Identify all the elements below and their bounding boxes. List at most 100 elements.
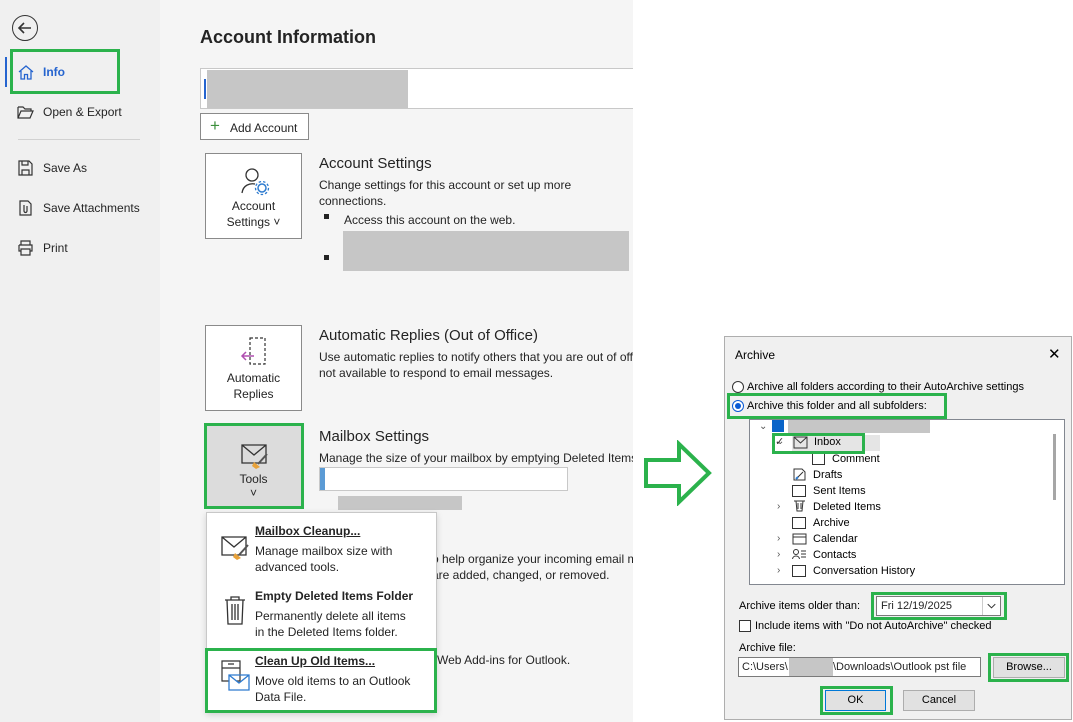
- chevron-right-icon: ›: [777, 533, 781, 544]
- tile-label: Account: [231, 199, 276, 213]
- account-settings-title: Account Settings: [319, 155, 432, 172]
- sidebar-item-label: Save As: [43, 161, 88, 175]
- trash-icon: [225, 596, 245, 625]
- chevron-right-icon: ›: [777, 501, 781, 512]
- menu-item-empty-deleted[interactable]: Empty Deleted Items Folder Permanently d…: [207, 580, 436, 644]
- trash-icon: [794, 500, 805, 512]
- mailbox-usage-bar: [319, 467, 568, 491]
- folder-label: Contacts: [813, 549, 857, 561]
- redacted-username: [789, 658, 833, 676]
- auto-replies-desc: Use automatic replies to notify others t…: [319, 350, 633, 364]
- backstage-sidebar: Info Open & Export Save As Save Attachme…: [0, 0, 160, 722]
- menu-item-desc: advanced tools.: [255, 560, 340, 574]
- exchange-icon: [772, 420, 784, 432]
- rules-desc-partial: o help organize your incoming email m: [432, 552, 633, 566]
- folder-label: Archive: [813, 517, 850, 529]
- highlight-clean-up-old: [205, 648, 437, 713]
- contacts-icon: [792, 549, 806, 560]
- folder-open-icon: [17, 106, 34, 119]
- folder-icon: [792, 485, 806, 497]
- tree-row-calendar[interactable]: › Calendar: [750, 531, 1050, 547]
- tree-row-contacts[interactable]: › Contacts: [750, 547, 1050, 563]
- mailbox-cleanup-icon: [221, 536, 249, 560]
- automatic-replies-button[interactable]: Automatic Replies: [205, 325, 302, 411]
- selection-accent: [204, 79, 206, 99]
- access-web-link[interactable]: Access this account on the web.: [344, 212, 515, 228]
- redacted-usage-text: [338, 496, 462, 510]
- add-account-label: Add Account: [230, 121, 298, 135]
- home-icon: [18, 65, 34, 80]
- folder-label: Drafts: [813, 469, 843, 481]
- add-account-button[interactable]: + Add Account: [200, 113, 309, 140]
- account-selector[interactable]: [200, 68, 633, 109]
- sidebar-item-label: Open & Export: [43, 105, 122, 119]
- folder-icon: [792, 517, 806, 529]
- menu-item-mailbox-cleanup[interactable]: Mailbox Cleanup... Manage mailbox size w…: [207, 515, 436, 579]
- dialog-title: Archive: [735, 348, 776, 362]
- account-settings-desc: Change settings for this account or set …: [319, 178, 572, 192]
- sidebar-divider: [18, 139, 140, 140]
- archive-file-path-end: \Downloads\Outlook pst file: [833, 661, 967, 673]
- tile-label: Automatic: [226, 371, 281, 385]
- sidebar-item-info[interactable]: Info: [0, 54, 160, 90]
- tree-row-sent[interactable]: Sent Items: [750, 483, 1050, 499]
- tree-row-deleted[interactable]: › Deleted Items: [750, 499, 1050, 515]
- highlight-radio-this: [727, 393, 947, 419]
- sidebar-item-label: Save Attachments: [43, 201, 140, 215]
- menu-item-title: Empty Deleted Items Folder: [255, 589, 414, 603]
- chevron-right-icon: ›: [777, 565, 781, 576]
- back-arrow-icon: [17, 22, 31, 34]
- auto-replies-desc: not available to respond to email messag…: [319, 366, 554, 380]
- sidebar-item-save-as[interactable]: Save As: [0, 150, 160, 186]
- tile-label: Replies: [233, 387, 274, 401]
- page-title: Account Information: [200, 27, 376, 47]
- auto-replies-title: Automatic Replies (Out of Office): [319, 327, 538, 344]
- drafts-icon: [793, 468, 806, 481]
- highlight-browse: [988, 653, 1069, 682]
- save-as-icon: [18, 160, 33, 176]
- chevron-right-icon: ›: [777, 549, 781, 560]
- archive-file-input[interactable]: C:\Users\ \Downloads\Outlook pst file: [738, 657, 981, 677]
- mailbox-settings-title: Mailbox Settings: [319, 428, 430, 445]
- menu-item-desc: Manage mailbox size with: [255, 544, 393, 558]
- back-button[interactable]: [12, 15, 38, 41]
- plus-icon: +: [210, 116, 220, 135]
- close-button[interactable]: ✕: [1048, 345, 1061, 363]
- menu-item-title: Mailbox Cleanup...: [255, 524, 361, 538]
- cancel-button[interactable]: Cancel: [903, 690, 975, 711]
- sidebar-item-label: Info: [43, 65, 65, 79]
- bullet: [324, 214, 329, 219]
- account-settings-button[interactable]: Account Settings ˅: [205, 153, 302, 239]
- folder-label: Deleted Items: [813, 501, 881, 513]
- archive-file-label: Archive file:: [739, 642, 796, 654]
- redacted-account-name: [207, 70, 408, 108]
- tree-row-archive[interactable]: Archive: [750, 515, 1050, 531]
- radio-archive-all-label: Archive all folders according to their A…: [747, 381, 1024, 393]
- highlight-ok: [820, 686, 893, 715]
- include-no-autoarchive-checkbox[interactable]: [739, 620, 751, 632]
- automatic-replies-icon: [240, 337, 266, 365]
- sidebar-item-open-export[interactable]: Open & Export: [0, 94, 160, 130]
- radio-archive-all[interactable]: [732, 381, 744, 393]
- account-settings-icon: [241, 168, 270, 196]
- highlight-inbox: [772, 433, 865, 454]
- menu-item-desc: in the Deleted Items folder.: [255, 625, 398, 639]
- folder-icon: [792, 565, 806, 577]
- rules-desc-partial: are added, changed, or removed.: [432, 568, 610, 582]
- include-no-autoarchive-label: Include items with "Do not AutoArchive" …: [755, 620, 992, 632]
- highlight-tools: [204, 423, 304, 509]
- right-arrow-icon: [644, 440, 712, 506]
- folder-label: Sent Items: [813, 485, 866, 497]
- sidebar-item-print[interactable]: Print: [0, 230, 160, 266]
- addins-desc-partial: Web Add-ins for Outlook.: [437, 653, 571, 667]
- attachment-icon: [19, 200, 32, 216]
- tree-row-conversation-history[interactable]: › Conversation History: [750, 563, 1050, 579]
- highlight-date: [871, 592, 1007, 620]
- sidebar-item-save-attachments[interactable]: Save Attachments: [0, 190, 160, 226]
- menu-item-desc: Permanently delete all items: [255, 609, 406, 623]
- calendar-icon: [792, 533, 807, 545]
- redacted-account: [788, 420, 930, 433]
- tree-scrollbar[interactable]: [1053, 434, 1056, 500]
- tree-row-drafts[interactable]: Drafts: [750, 467, 1050, 483]
- older-than-label: Archive items older than:: [739, 600, 861, 612]
